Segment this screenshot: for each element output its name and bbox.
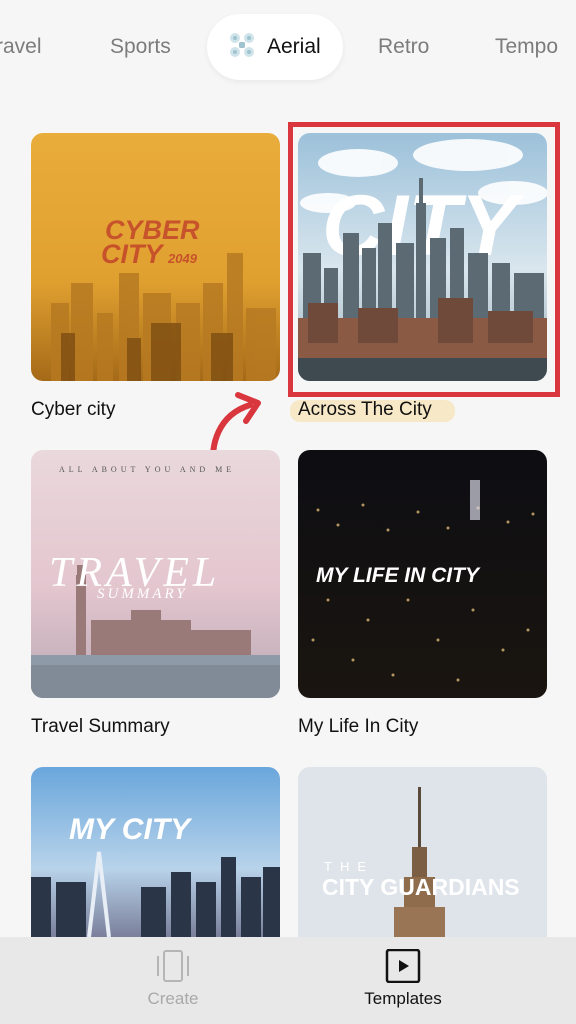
play-square-icon (385, 949, 421, 983)
template-caption: Travel Summary (31, 716, 170, 737)
cyber-suffix: 2049 (167, 251, 198, 266)
travel-top-text: ALL ABOUT YOU AND ME (59, 465, 235, 474)
phone-frame-icon (157, 950, 189, 982)
tab-travel[interactable]: ravel (0, 14, 42, 80)
tab-sports[interactable]: Sports (110, 14, 171, 80)
nav-templates[interactable]: Templates (343, 937, 463, 1009)
template-caption: Cyber city (31, 399, 116, 420)
tab-retro[interactable]: Retro (378, 14, 429, 80)
template-caption: My Life In City (298, 716, 419, 737)
cyber-line2: CITY (101, 239, 165, 269)
travel-sub: SUMMARY (97, 586, 188, 602)
tab-aerial[interactable]: Aerial (207, 14, 343, 80)
tab-retro-label: Retro (378, 35, 430, 58)
nav-create-label: Create (147, 989, 199, 1008)
template-thumbnail[interactable]: ALL ABOUT YOU AND ME TRAVEL SUMMARY (31, 450, 280, 698)
tab-aerial-label: Aerial (267, 35, 321, 58)
template-thumbnail[interactable]: MY CITY (31, 767, 280, 937)
tab-travel-label: ravel (0, 35, 42, 58)
drone-icon (230, 33, 254, 57)
template-thumbnail[interactable]: CITY (298, 133, 547, 381)
tab-sports-label: Sports (110, 35, 171, 58)
tab-tempo[interactable]: Tempo (495, 14, 558, 80)
template-caption: Across The City (298, 399, 432, 420)
mycity-title: MY CITY (69, 813, 193, 846)
guardians-top: THE (324, 859, 374, 874)
nav-create[interactable]: Create (113, 937, 233, 1009)
guardians-title: CITY GUARDIANS (322, 874, 520, 900)
tab-tempo-label: Tempo (495, 35, 559, 58)
mylife-title: MY LIFE IN CITY (316, 564, 481, 587)
category-tabs: ravel Sports Aerial Retro Tempo (0, 14, 576, 80)
template-thumbnail[interactable]: MY LIFE IN CITY (298, 450, 547, 698)
template-thumbnail[interactable]: CYBER CITY 2049 (31, 133, 280, 381)
nav-templates-label: Templates (364, 989, 442, 1008)
template-thumbnail[interactable]: THE CITY GUARDIANS (298, 767, 547, 937)
bottom-navigation: Create Templates (0, 937, 576, 1024)
